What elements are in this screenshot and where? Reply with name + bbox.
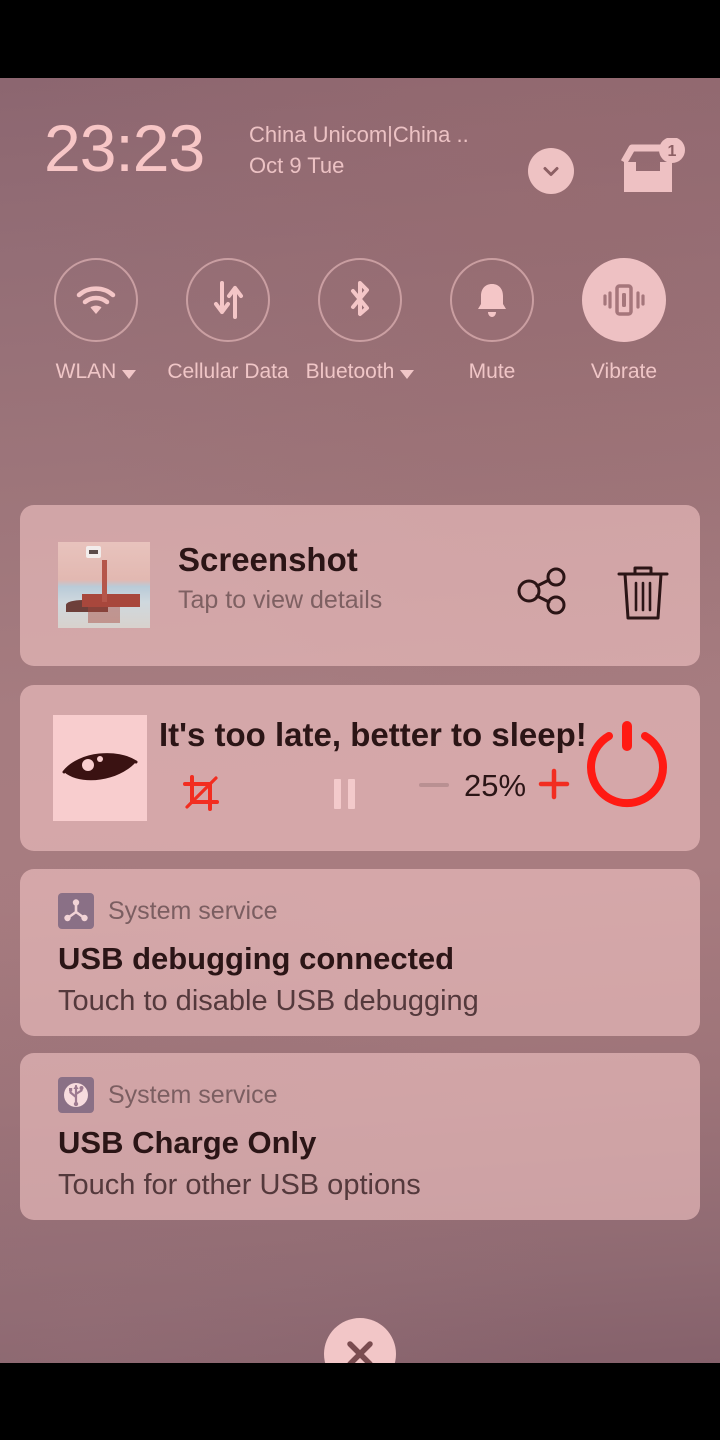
vibrate-icon[interactable] (582, 258, 666, 342)
bell-icon[interactable] (450, 258, 534, 342)
pause-icon[interactable] (334, 779, 360, 809)
thumbnail-reflection (88, 607, 120, 623)
qs-tile-label-text: Vibrate (590, 360, 658, 383)
notification-badge-count: 1 (668, 143, 677, 160)
qs-tile-wlan[interactable]: WLAN (48, 258, 144, 384)
bluetooth-icon[interactable] (318, 258, 402, 342)
qs-tile-label-text: WLAN (55, 360, 117, 383)
qs-tile-mute[interactable]: Mute (444, 258, 540, 384)
qs-tile-label-text: Mute (468, 360, 516, 383)
carrier-label: China Unicom|China .. (249, 122, 469, 147)
qs-label-wlan: WLAN (56, 360, 137, 384)
chevron-down-icon[interactable] (528, 148, 574, 194)
notification-title: USB Charge Only (58, 1125, 317, 1160)
qs-label-vibrate: Vibrate (591, 360, 657, 384)
share-icon[interactable] (515, 565, 571, 621)
qs-tile-label-text: Cellular Data (167, 360, 289, 383)
delete-icon[interactable] (615, 563, 671, 623)
notification-title: USB debugging connected (58, 941, 455, 976)
chevron-down-icon[interactable] (400, 369, 415, 379)
qs-label-mute: Mute (469, 360, 516, 384)
thumbnail-badge (86, 546, 101, 558)
plus-icon[interactable] (537, 767, 571, 801)
notification-usb-charge-only[interactable]: System service USB Charge Only Touch for… (20, 1053, 700, 1220)
notification-title: It's too late, better to sleep! (159, 716, 587, 753)
brightness-percent: 25% (464, 768, 527, 803)
qs-tile-label-text: Bluetooth (305, 360, 395, 383)
notification-usb-debugging[interactable]: System service USB debugging connected T… (20, 869, 700, 1036)
letterbox-top (0, 0, 720, 78)
notification-subtitle: Tap to view details (178, 586, 383, 614)
thumbnail-base (82, 594, 140, 607)
notification-subtitle: Touch to disable USB debugging (58, 985, 479, 1017)
media-controls-row: 25% (159, 767, 589, 819)
close-icon (347, 1341, 373, 1363)
notification-app-header: System service (58, 893, 277, 929)
qs-tile-cellular-data[interactable]: Cellular Data (167, 258, 289, 384)
qs-tile-bluetooth[interactable]: Bluetooth (306, 258, 415, 384)
carrier-date-block: China Unicom|China .. Oct 9 Tue (249, 121, 479, 179)
quick-settings-row: WLAN Cellular Data Bluetooth Mute Vibrat… (0, 258, 720, 384)
notification-shade-screen: 23:23 China Unicom|China .. Oct 9 Tue 1 (0, 0, 720, 1440)
shade-header: 23:23 China Unicom|China .. Oct 9 Tue 1 (0, 110, 720, 220)
cellular-data-icon[interactable] (186, 258, 270, 342)
notification-subtitle: Touch for other USB options (58, 1169, 421, 1201)
clock: 23:23 (44, 111, 205, 185)
qs-tile-vibrate[interactable]: Vibrate (576, 258, 672, 384)
qs-label-cellular-data: Cellular Data (167, 360, 288, 384)
notification-screenshot[interactable]: Screenshot Tap to view details (20, 505, 700, 666)
pause-bar-right (348, 779, 355, 809)
shade-background: 23:23 China Unicom|China .. Oct 9 Tue 1 (0, 78, 720, 1363)
power-button-icon[interactable] (583, 718, 671, 810)
close-notifications-button[interactable] (324, 1318, 396, 1363)
date-label: Oct 9 Tue (249, 152, 345, 178)
android-debug-icon (58, 893, 94, 929)
notification-title: Screenshot (178, 541, 358, 578)
minus-icon[interactable] (419, 783, 449, 787)
chevron-down-icon[interactable] (122, 369, 137, 379)
screenshot-thumbnail[interactable] (58, 542, 150, 628)
wifi-icon[interactable] (54, 258, 138, 342)
usb-icon (58, 1077, 94, 1113)
inbox-tray-icon[interactable]: 1 (618, 137, 688, 200)
letterbox-bottom (0, 1363, 720, 1440)
crop-disabled-icon[interactable] (183, 775, 221, 813)
notification-app-header: System service (58, 1077, 277, 1113)
notification-app-name: System service (108, 896, 278, 925)
notification-app-name: System service (108, 1080, 278, 1109)
qs-label-bluetooth: Bluetooth (306, 360, 415, 384)
pause-bar-left (334, 779, 341, 809)
eye-icon (53, 715, 147, 821)
thumbnail-tower (102, 560, 107, 602)
